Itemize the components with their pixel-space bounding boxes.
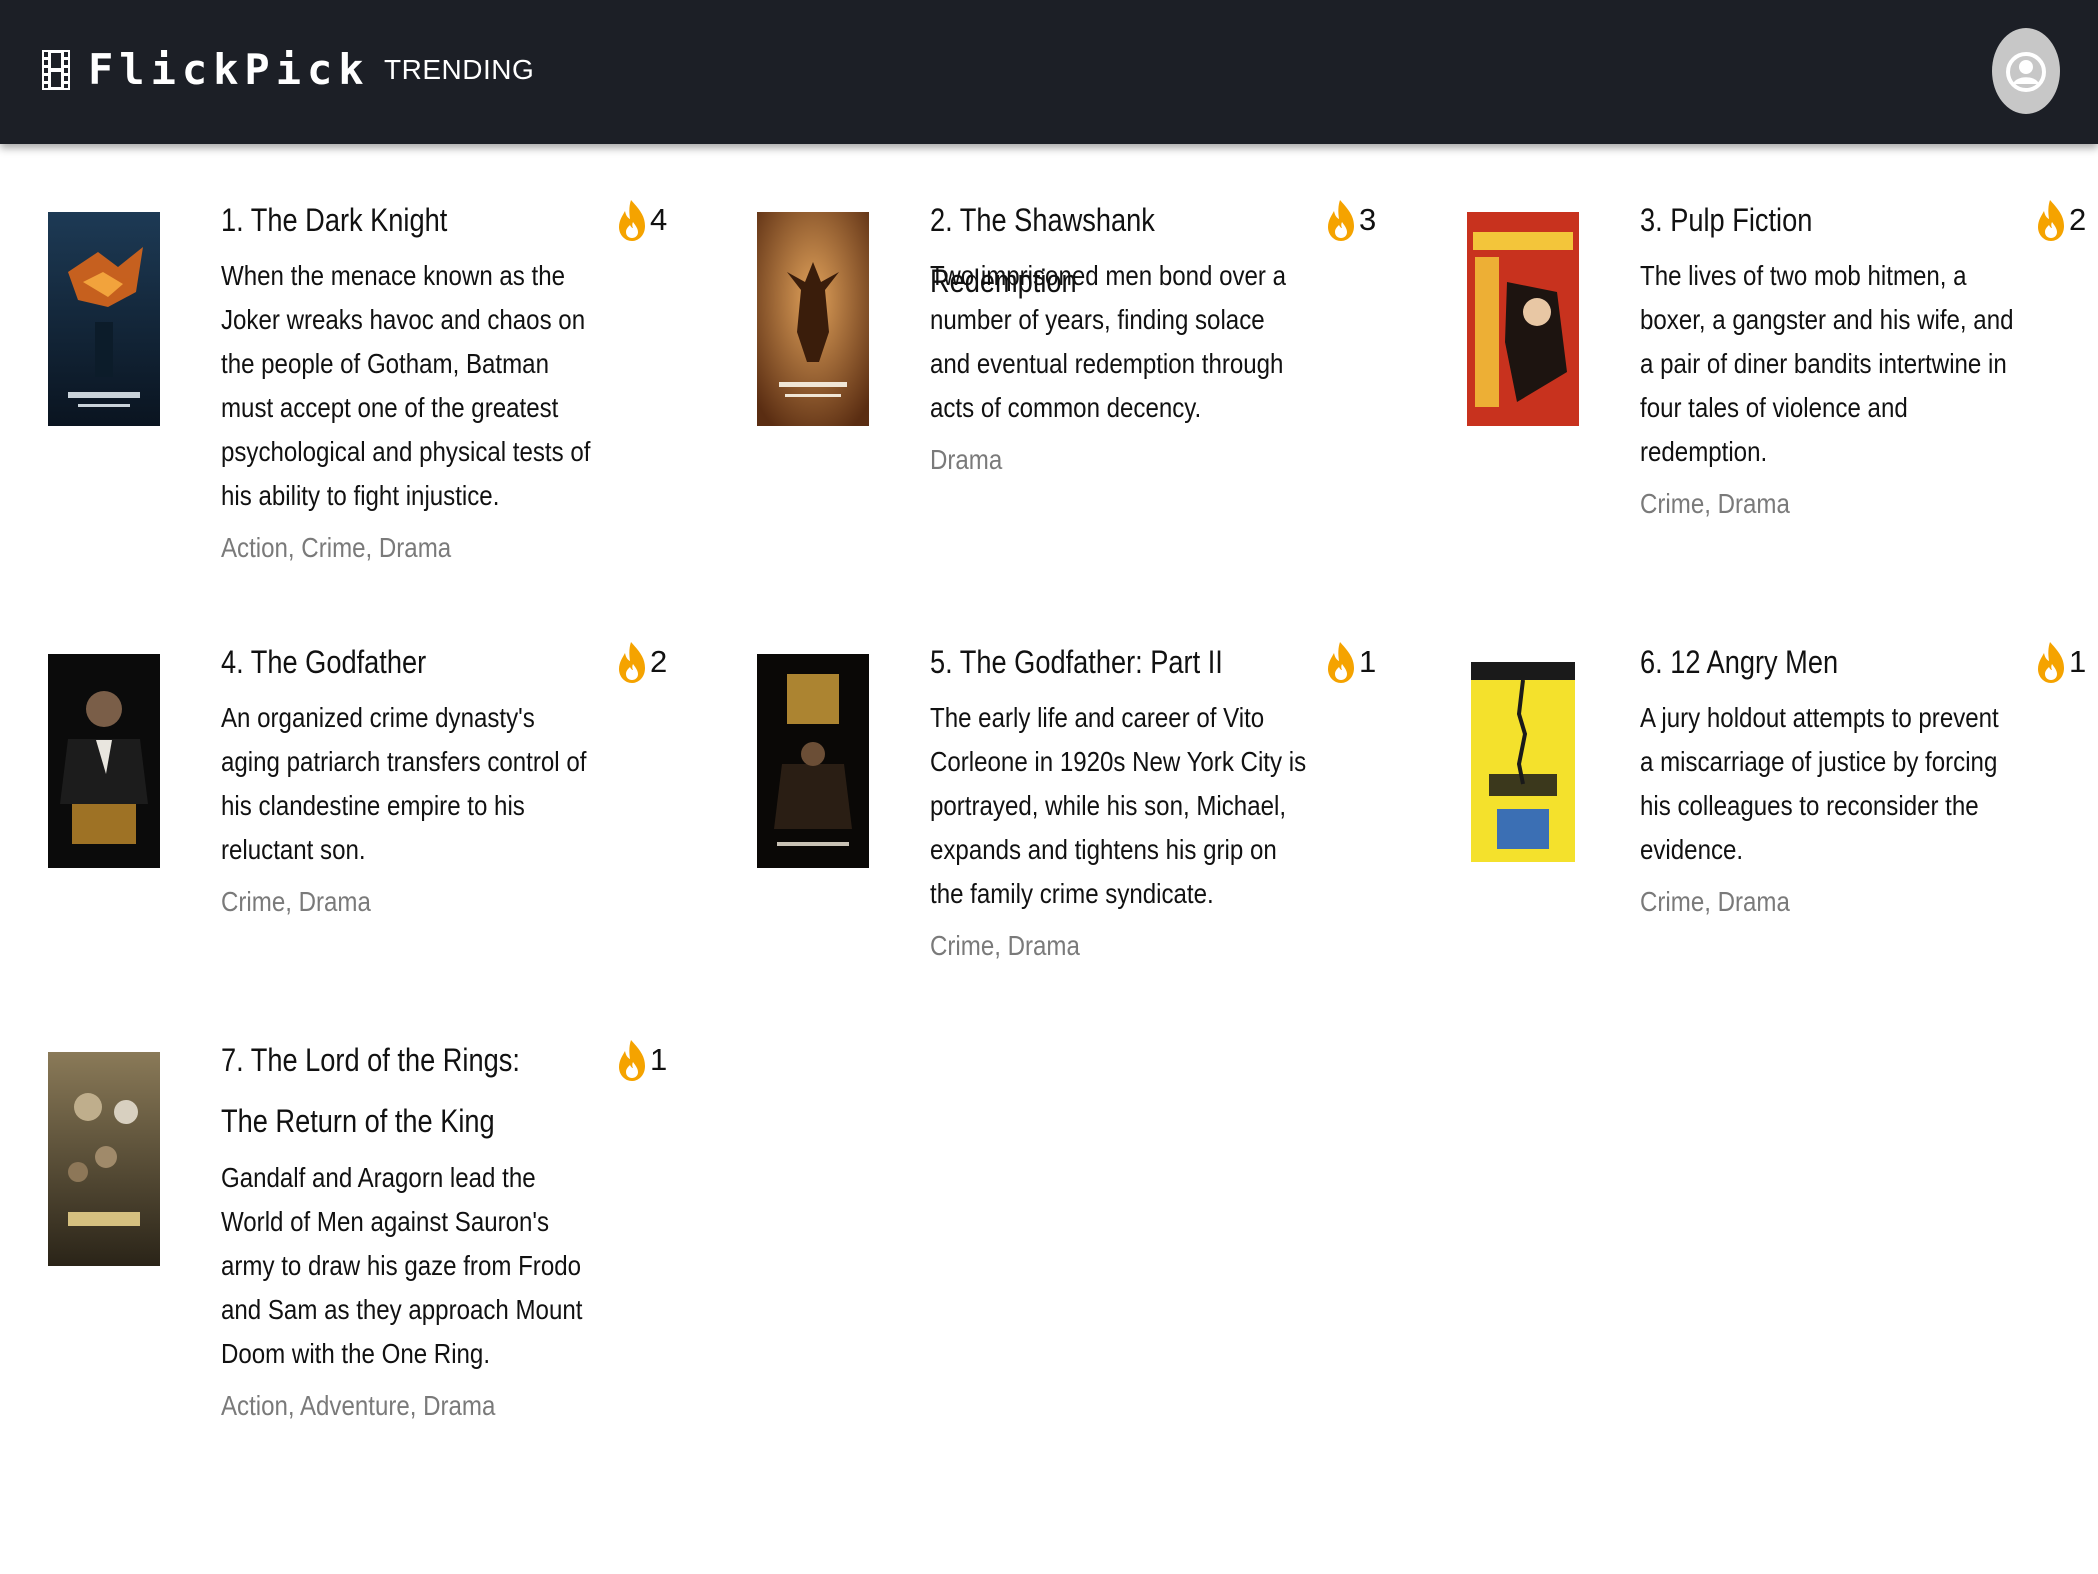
movie-card-pulp-fiction[interactable]: 3. Pulp Fiction 2 The lives of two mob h… [1467, 158, 2097, 528]
trending-count: 2 [2069, 202, 2087, 237]
movie-title[interactable]: 5. The Godfather: Part II [930, 632, 1262, 693]
trending-count: 1 [2069, 644, 2087, 679]
movie-card-the-lord-of-the-rings-the-return-of-the-king[interactable]: 7. The Lord of the Rings: The Return of … [48, 998, 678, 1438]
trending-count: 3 [1359, 202, 1377, 237]
movie-genres: Crime, Drama [221, 886, 371, 917]
movie-genres: Crime, Drama [930, 930, 1080, 961]
trending-score: 4 [616, 198, 670, 244]
top-navigation-bar: FlickPick TRENDING [0, 0, 2098, 144]
movie-description: Gandalf and Aragorn lead the World of Me… [221, 1162, 583, 1369]
movie-genres: Action, Crime, Drama [221, 532, 452, 563]
trending-score: 1 [616, 1038, 670, 1084]
movie-card-the-godfather-part-ii[interactable]: 5. The Godfather: Part II 1 The early li… [757, 600, 1387, 970]
user-icon [2006, 52, 2046, 92]
movie-genres: Drama [930, 444, 1003, 475]
film-strip-icon [42, 50, 70, 90]
brand-logo[interactable]: FlickPick [88, 40, 370, 100]
movie-genres: Crime, Drama [1640, 886, 1790, 917]
movie-title[interactable]: 7. The Lord of the Rings: The Return of … [221, 1030, 553, 1152]
trending-score: 3 [1325, 198, 1379, 244]
fire-icon [2038, 642, 2064, 683]
fire-icon [619, 1040, 645, 1081]
fire-icon [2038, 200, 2064, 241]
movie-card-the-shawshank-redemption[interactable]: 2. The Shawshank Redemption 3 Two impris… [757, 158, 1387, 478]
fire-icon [1328, 200, 1354, 241]
fire-icon [619, 642, 645, 683]
movie-genres: Action, Adventure, Drama [221, 1390, 496, 1421]
movie-description: The lives of two mob hitmen, a boxer, a … [1640, 260, 2014, 467]
movie-card-the-godfather[interactable]: 4. The Godfather 2 An organized crime dy… [48, 600, 678, 930]
movie-card-the-dark-knight[interactable]: 1. The Dark Knight 4 When the menace kno… [48, 158, 678, 578]
movie-description: An organized crime dynasty's aging patri… [221, 702, 587, 865]
movie-poster[interactable] [48, 654, 160, 868]
movie-poster[interactable] [48, 1052, 160, 1266]
nav-trending-link[interactable]: TRENDING [384, 50, 534, 90]
movie-poster[interactable] [1467, 654, 1579, 868]
movie-poster[interactable] [48, 212, 160, 426]
movie-description: When the menace known as the Joker wreak… [221, 260, 591, 511]
trending-score: 1 [2035, 640, 2089, 686]
movie-title[interactable]: 3. Pulp Fiction [1640, 190, 1972, 251]
movie-title[interactable]: 4. The Godfather [221, 632, 553, 693]
movie-description: Two imprisoned men bond over a number of… [930, 260, 1287, 423]
movie-title[interactable]: 6. 12 Angry Men [1640, 632, 1972, 693]
trending-score: 2 [616, 640, 670, 686]
movie-poster[interactable] [757, 212, 869, 426]
trending-count: 1 [1359, 644, 1377, 679]
movie-genres: Crime, Drama [1640, 488, 1790, 519]
movie-description: The early life and career of Vito Corleo… [930, 702, 1307, 909]
movie-card-12-angry-men[interactable]: 6. 12 Angry Men 1 A jury holdout attempt… [1467, 600, 2097, 930]
trending-score: 1 [1325, 640, 1379, 686]
movie-poster[interactable] [757, 654, 869, 868]
movie-poster[interactable] [1467, 212, 1579, 426]
trending-score: 2 [2035, 198, 2089, 244]
movie-description: A jury holdout attempts to prevent a mis… [1640, 702, 1999, 865]
trending-count: 4 [650, 202, 668, 237]
user-avatar-button[interactable] [1992, 28, 2060, 114]
trending-count: 2 [650, 644, 668, 679]
fire-icon [1328, 642, 1354, 683]
movie-title[interactable]: 1. The Dark Knight [221, 190, 553, 251]
fire-icon [619, 200, 645, 241]
trending-count: 1 [650, 1042, 668, 1077]
